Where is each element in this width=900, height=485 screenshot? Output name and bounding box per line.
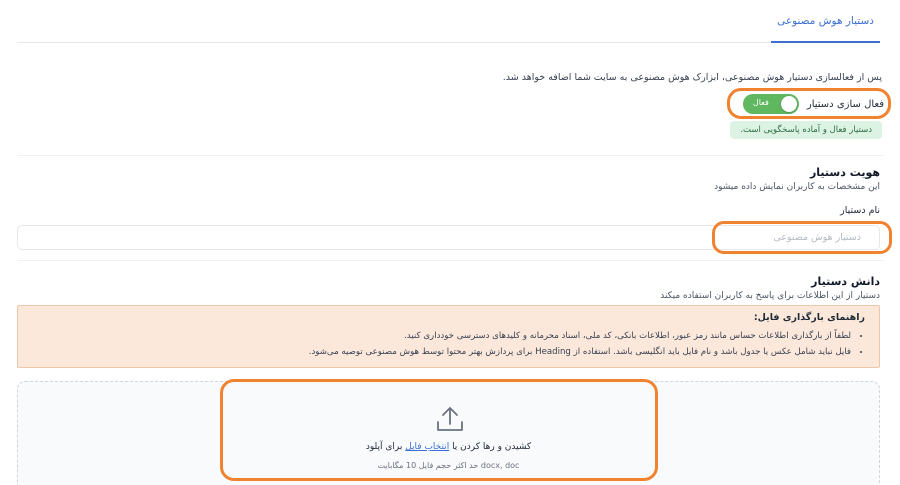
intro-text: پس از فعالسازی دستیار هوش مصنوعی، ابزارک… bbox=[502, 72, 882, 83]
upload-icon bbox=[437, 407, 463, 431]
assistant-name-input[interactable] bbox=[17, 225, 880, 250]
section-divider bbox=[17, 260, 883, 261]
guide-item: لطفاً از بارگذاری اطلاعات حساس مانند رمز… bbox=[32, 328, 851, 344]
upload-hint: docx, doc حد اکثر حجم فایل 10 مگابایت bbox=[377, 461, 520, 470]
guide-item: فایل نباید شامل عکس یا جدول باشد و نام ف… bbox=[32, 344, 851, 360]
knowledge-title: دانش دستیار bbox=[811, 275, 880, 288]
activation-row: فعال سازی دستیار فعال bbox=[724, 92, 884, 116]
activation-label: فعال سازی دستیار bbox=[806, 98, 884, 110]
guide-title: راهنمای بارگذاری فایل: bbox=[753, 312, 865, 323]
upload-instructions: کشیدن و رها کردن یا انتخاب فایل برای آپل… bbox=[18, 442, 879, 452]
identity-subtitle: این مشخصات به کاربران نمایش داده میشود bbox=[714, 182, 880, 192]
file-dropzone[interactable]: کشیدن و رها کردن یا انتخاب فایل برای آپل… bbox=[17, 381, 880, 485]
upload-text-after: برای آپلود bbox=[365, 442, 406, 452]
upload-guide-box: راهنمای بارگذاری فایل: لطفاً از بارگذاری… bbox=[17, 305, 880, 368]
assistant-name-label: نام دستیار bbox=[840, 205, 880, 216]
identity-title: هویت دستیار bbox=[809, 166, 880, 179]
upload-text-before: کشیدن و رها کردن یا bbox=[449, 442, 532, 452]
browse-file-link[interactable]: انتخاب فایل bbox=[405, 442, 449, 452]
activation-toggle[interactable]: فعال bbox=[742, 94, 799, 114]
tab-ai-assistant[interactable]: دستیار هوش مصنوعی bbox=[771, 0, 880, 43]
tab-bar: دستیار هوش مصنوعی bbox=[17, 0, 880, 43]
guide-list: لطفاً از بارگذاری اطلاعات حساس مانند رمز… bbox=[32, 328, 865, 360]
toggle-knob bbox=[780, 96, 797, 112]
section-divider bbox=[17, 155, 883, 156]
toggle-state-text: فعال bbox=[752, 98, 769, 107]
knowledge-subtitle: دستیار از این اطلاعات برای پاسخ به کاربر… bbox=[660, 291, 880, 301]
status-badge: دستیار فعال و آماده پاسخگویی است. bbox=[730, 121, 882, 139]
